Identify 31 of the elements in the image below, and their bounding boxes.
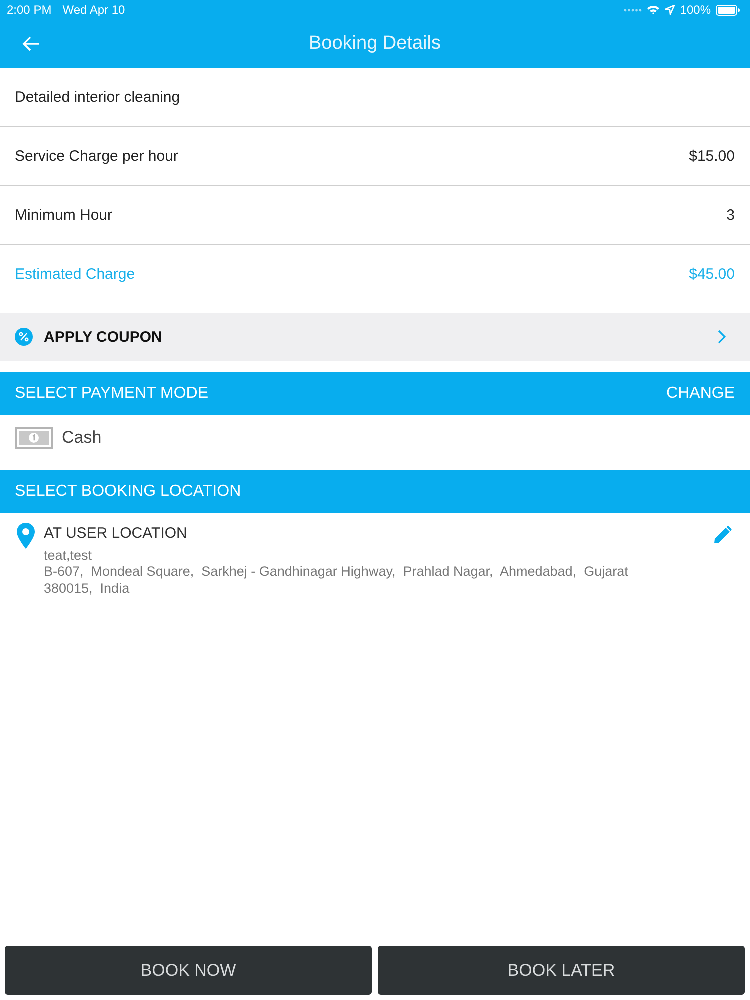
location-type: AT USER LOCATION (44, 525, 188, 542)
status-date: Wed Apr 10 (62, 3, 126, 17)
apply-coupon-button[interactable]: APPLY COUPON (0, 313, 750, 361)
detail-label: Service Charge per hour (15, 148, 178, 164)
section-title: SELECT BOOKING LOCATION (15, 482, 242, 500)
banknote-icon (15, 426, 53, 448)
location-name: teat,test (44, 548, 94, 563)
book-later-button[interactable]: BOOK LATER (378, 946, 745, 995)
section-title: SELECT PAYMENT MODE (15, 384, 209, 402)
signal-icon (624, 8, 642, 12)
battery-icon (716, 4, 740, 16)
book-now-button[interactable]: BOOK NOW (5, 946, 372, 995)
location-address: B-607, Mondeal Square, Sarkhej - Gandhinagar Highway, Prahlad Nagar, Ahmedabad, Gujarat 380015, India (44, 563, 630, 597)
detail-value: 3 (726, 206, 735, 224)
discount-badge-icon (15, 328, 33, 346)
edit-location-button[interactable] (714, 526, 732, 544)
service-name: Detailed interior cleaning (15, 88, 180, 106)
detail-label: Estimated Charge (15, 266, 136, 282)
detail-value: $45.00 (689, 266, 735, 282)
battery-percent: 100% (680, 3, 711, 17)
pencil-icon (714, 526, 732, 544)
page-title: Booking Details (308, 33, 442, 54)
wifi-icon (647, 5, 660, 15)
location-arrow-icon (665, 5, 676, 15)
payment-method: Cash (62, 428, 102, 448)
status-time: 2:00 PM (7, 3, 52, 17)
detail-label: Minimum Hour (15, 206, 113, 224)
detail-value: $15.00 (689, 148, 735, 164)
back-arrow-icon (22, 36, 40, 52)
map-pin-icon (17, 523, 35, 549)
chevron-right-icon (718, 330, 726, 344)
